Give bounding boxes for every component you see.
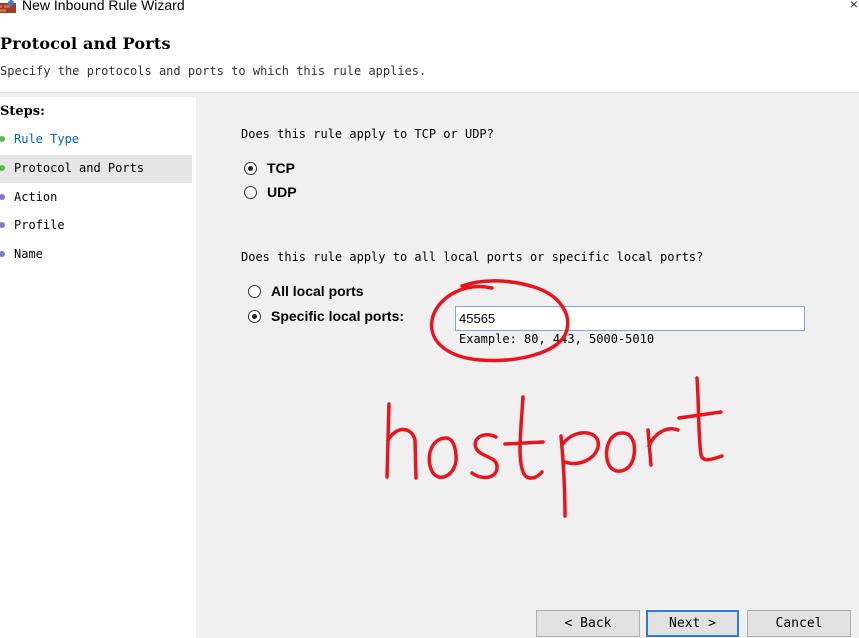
radio-button[interactable] bbox=[244, 186, 257, 199]
step-protocol-and-ports[interactable]: Protocol and Ports bbox=[0, 155, 192, 183]
page-subtitle: Specify the protocols and ports to which… bbox=[0, 64, 427, 78]
udp-label: UDP bbox=[267, 184, 297, 200]
ports-question: Does this rule apply to all local ports … bbox=[241, 250, 704, 264]
steps-title: Steps: bbox=[0, 104, 45, 119]
step-bullet-icon bbox=[0, 165, 5, 171]
step-label: Protocol and Ports bbox=[14, 161, 145, 175]
step-label: Name bbox=[14, 247, 43, 261]
ports-example-hint: Example: 80, 443, 5000-5010 bbox=[459, 332, 655, 346]
step-name[interactable]: Name bbox=[0, 241, 192, 269]
all-local-ports-radio[interactable]: All local ports bbox=[248, 283, 398, 303]
specific-ports-input[interactable] bbox=[455, 306, 805, 331]
next-button[interactable]: Next > bbox=[646, 610, 739, 637]
title-bar: New Inbound Rule Wizard × bbox=[0, 0, 859, 18]
all-local-ports-label: All local ports bbox=[271, 283, 364, 299]
cancel-button[interactable]: Cancel bbox=[747, 610, 851, 637]
specific-local-ports-radio[interactable]: Specific local ports: bbox=[248, 308, 428, 328]
step-label: Rule Type bbox=[14, 132, 80, 146]
page-title: Protocol and Ports bbox=[0, 34, 171, 53]
steps-pane: Steps: Rule Type Protocol and Ports Acti… bbox=[0, 97, 196, 638]
step-action[interactable]: Action bbox=[0, 184, 192, 212]
radio-button[interactable] bbox=[244, 162, 257, 175]
firewall-icon bbox=[0, 0, 16, 13]
window-title: New Inbound Rule Wizard bbox=[22, 0, 185, 13]
close-icon[interactable]: × bbox=[850, 0, 858, 12]
step-label: Profile bbox=[14, 218, 65, 232]
step-rule-type[interactable]: Rule Type bbox=[0, 126, 192, 154]
step-bullet-icon bbox=[0, 222, 5, 228]
back-button[interactable]: < Back bbox=[536, 610, 640, 637]
wizard-header: Protocol and Ports Specify the protocols… bbox=[0, 18, 859, 93]
udp-radio[interactable]: UDP bbox=[244, 184, 324, 204]
tcp-label: TCP bbox=[267, 160, 295, 176]
radio-button[interactable] bbox=[248, 310, 261, 323]
protocol-question: Does this rule apply to TCP or UDP? bbox=[241, 127, 494, 141]
specific-local-ports-label: Specific local ports: bbox=[271, 308, 405, 324]
step-bullet-icon bbox=[0, 251, 5, 257]
tcp-radio[interactable]: TCP bbox=[244, 160, 324, 180]
step-bullet-icon bbox=[0, 194, 5, 200]
step-label: Action bbox=[14, 190, 58, 204]
step-bullet-icon bbox=[0, 136, 5, 142]
step-profile[interactable]: Profile bbox=[0, 212, 192, 240]
radio-button[interactable] bbox=[248, 285, 261, 298]
